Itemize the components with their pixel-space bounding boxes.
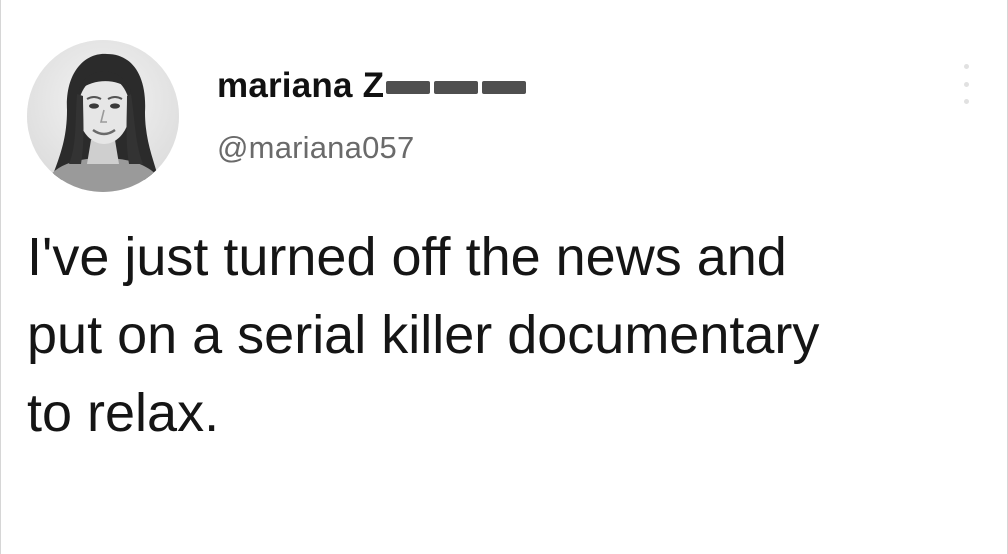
display-name[interactable]: mariana Z xyxy=(217,66,527,106)
display-name-text: mariana Z xyxy=(217,66,385,105)
user-handle[interactable]: @mariana057 xyxy=(217,130,414,166)
tweet-text: I've just turned off the news and put on… xyxy=(27,218,987,452)
tweet-text-line: put on a serial killer documentary xyxy=(27,305,820,365)
profile-avatar[interactable] xyxy=(27,40,179,192)
tweet-card: mariana Z @mariana057 I've just turned o… xyxy=(0,0,1008,554)
tweet-text-line: to relax. xyxy=(27,383,220,443)
profile-photo-icon xyxy=(27,40,179,192)
tweet-text-line: I've just turned off the news and xyxy=(27,227,787,287)
more-options-icon[interactable] xyxy=(955,64,977,104)
redaction-bar xyxy=(386,80,527,94)
